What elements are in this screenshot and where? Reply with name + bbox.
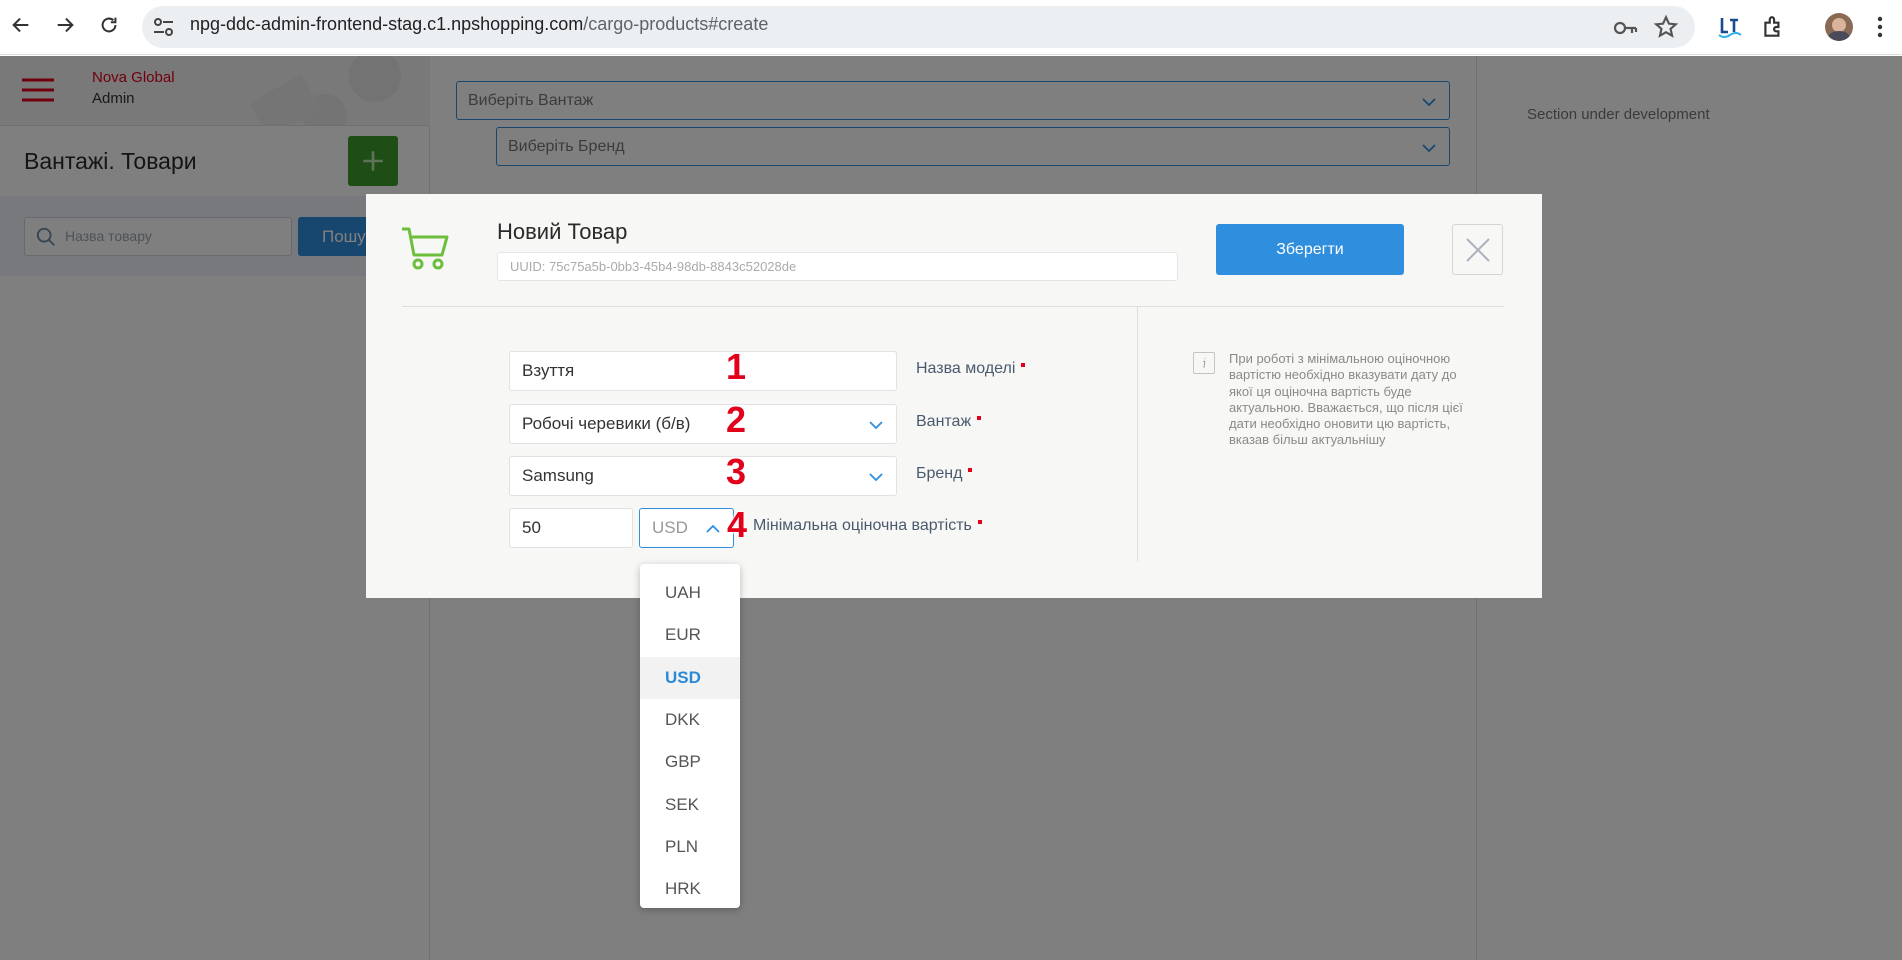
close-icon	[1466, 238, 1490, 262]
chevron-down-icon	[869, 421, 883, 430]
site-settings-icon[interactable]	[152, 16, 176, 38]
cart-icon	[401, 226, 451, 272]
required-marker	[977, 520, 982, 524]
model-name-label-text: Назва моделі	[916, 360, 1016, 377]
model-name-value: Взуття	[522, 361, 575, 380]
currency-option[interactable]: DKK	[640, 699, 740, 741]
min-value-input[interactable]: 50	[509, 508, 633, 548]
info-icon	[1193, 352, 1215, 374]
bookmark-star-icon[interactable]	[1653, 14, 1679, 40]
password-key-icon[interactable]	[1612, 15, 1638, 41]
profile-avatar[interactable]	[1825, 13, 1853, 41]
currency-option[interactable]: UAH	[640, 572, 740, 614]
cargo-value: Робочі черевики (б/в)	[522, 414, 691, 433]
currency-option[interactable]: PLN	[640, 826, 740, 868]
required-marker	[1021, 363, 1026, 367]
min-value: 50	[522, 518, 541, 537]
browser-menu-icon[interactable]	[1876, 15, 1884, 39]
cargo-label: Вантаж	[916, 413, 982, 431]
chevron-down-icon	[869, 473, 883, 482]
cargo-label-text: Вантаж	[916, 413, 972, 430]
brand-label-text: Бренд	[916, 465, 963, 482]
currency-value: USD	[652, 518, 688, 537]
annotation-3: 3	[726, 451, 747, 492]
chevron-up-icon	[706, 524, 720, 533]
annotation-2: 2	[726, 399, 747, 440]
modal-column-divider	[1137, 307, 1138, 561]
brand-value: Samsung	[522, 466, 594, 485]
currency-option[interactable]: SEK	[640, 784, 740, 826]
save-button[interactable]: Зберегти	[1216, 224, 1404, 275]
model-name-label: Назва моделі	[916, 360, 1026, 378]
new-product-modal: Новий Товар UUID: 75c75a5b-0bb3-45b4-98d…	[366, 194, 1542, 598]
close-button[interactable]	[1452, 224, 1503, 275]
brand-select[interactable]: Samsung	[509, 456, 897, 496]
lt-extension-icon[interactable]	[1716, 14, 1744, 40]
reload-icon[interactable]	[92, 8, 126, 42]
currency-dropdown: UAH EUR USD DKK GBP SEK PLN HRK	[640, 564, 740, 908]
required-marker	[977, 416, 982, 420]
url-text: npg-ddc-admin-frontend-stag.c1.npshoppin…	[190, 14, 768, 35]
back-icon[interactable]	[4, 8, 38, 42]
currency-option[interactable]: EUR	[640, 614, 740, 656]
annotation-4: 4	[727, 504, 748, 545]
info-text: При роботі з мінімальною оціночною варті…	[1229, 351, 1463, 448]
uuid-field: UUID: 75c75a5b-0bb3-45b4-98db-8843c52028…	[497, 252, 1178, 281]
cargo-select[interactable]: Робочі черевики (б/в)	[509, 404, 897, 444]
min-value-label-text: Мінімальна оціночна вартість	[753, 517, 972, 534]
min-value-label: Мінімальна оціночна вартість	[753, 517, 982, 535]
currency-option-selected[interactable]: USD	[640, 657, 740, 699]
browser-toolbar: npg-ddc-admin-frontend-stag.c1.npshoppin…	[0, 0, 1902, 55]
extensions-puzzle-icon[interactable]	[1760, 14, 1786, 40]
annotation-1: 1	[726, 346, 747, 387]
model-name-input[interactable]: Взуття	[509, 351, 897, 391]
brand-label: Бренд	[916, 465, 973, 483]
url-path: /cargo-products#create	[583, 14, 769, 34]
required-marker	[968, 468, 973, 472]
modal-title: Новий Товар	[497, 219, 628, 244]
currency-option[interactable]: GBP	[640, 741, 740, 783]
currency-select[interactable]: USD	[639, 508, 734, 548]
modal-divider	[402, 306, 1504, 307]
currency-option[interactable]: HRK	[640, 868, 740, 910]
forward-icon[interactable]	[48, 8, 82, 42]
url-host: npg-ddc-admin-frontend-stag.c1.npshoppin…	[190, 14, 584, 34]
